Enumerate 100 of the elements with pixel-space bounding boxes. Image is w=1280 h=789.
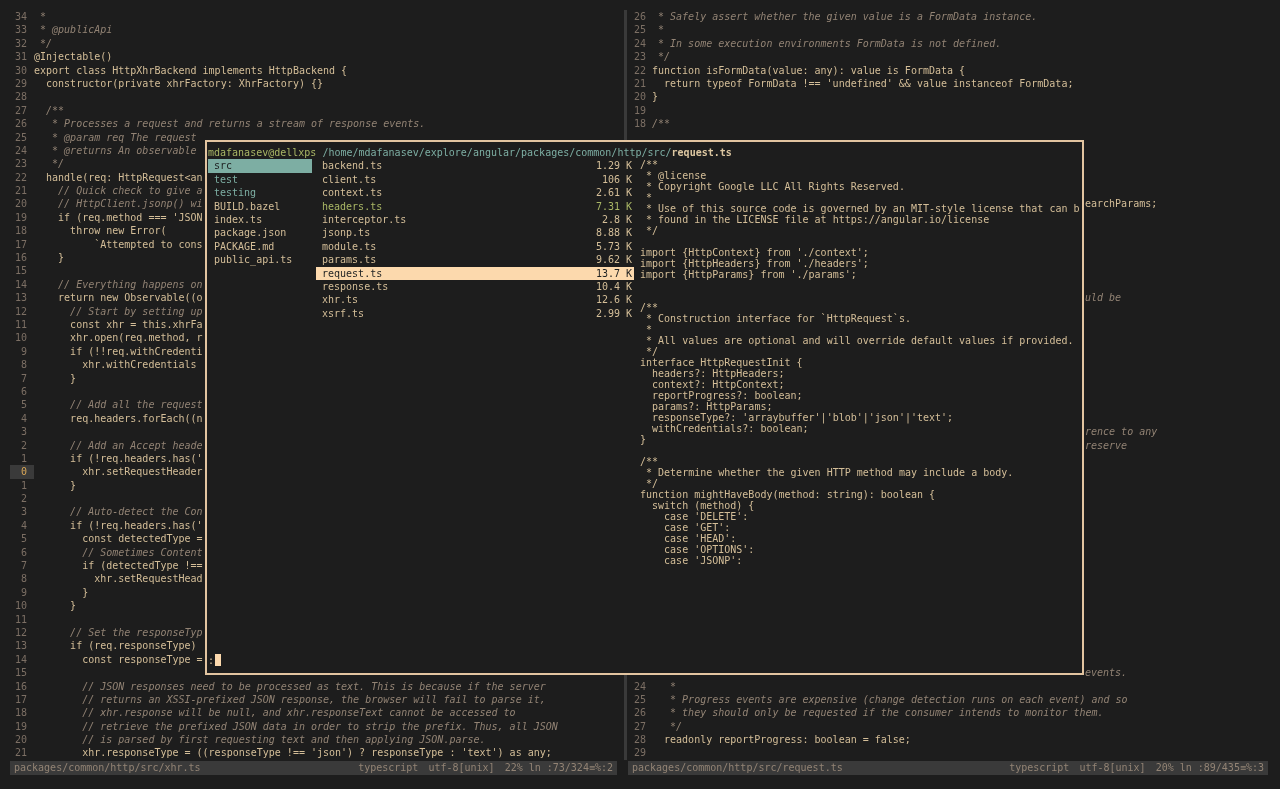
code-line: xhr.setRequestHead bbox=[93, 572, 203, 586]
code-line: earchParams; bbox=[1085, 197, 1158, 211]
code-line: const detectedType = bbox=[81, 532, 203, 546]
line-number: 24 bbox=[632, 679, 647, 693]
code-comment: * they should only be requested if the consumer intends to monitor them. bbox=[669, 706, 1104, 720]
line-number: 10 bbox=[13, 331, 28, 345]
line-number: 18 bbox=[13, 706, 28, 720]
line-number: 19 bbox=[632, 103, 647, 118]
file-name: request.ts bbox=[671, 146, 732, 160]
code-comment: * @param req The request bbox=[51, 130, 197, 144]
line-number: 28 bbox=[632, 733, 647, 747]
file-path: packages/common/http/src/xhr.ts bbox=[14, 760, 202, 775]
line-number: 20 bbox=[13, 733, 28, 747]
file-entry[interactable]: xhr.ts 12.6 K bbox=[316, 293, 634, 307]
line-number: 17 bbox=[13, 692, 28, 707]
code-line: if (!req.headers.has(' bbox=[69, 451, 203, 466]
code-comment: * Progress events are expensive (change detection runs on each event) and so bbox=[669, 692, 1128, 707]
code-line: } bbox=[69, 478, 77, 493]
line-number: 23 bbox=[632, 50, 647, 64]
code-comment: // Add an Accept heade bbox=[69, 438, 203, 452]
file-type: typescript bbox=[1009, 760, 1070, 775]
file-entry[interactable]: headers.ts 7.31 K bbox=[316, 199, 634, 213]
code-comment: */ bbox=[39, 36, 53, 51]
code-line: if (!!req.withCredenti bbox=[69, 344, 203, 359]
code-comment: * @returns An observable bbox=[51, 143, 197, 158]
directory-entry[interactable]: test bbox=[208, 172, 312, 187]
line-number: 24 bbox=[13, 143, 28, 158]
line-number: 33 bbox=[13, 23, 28, 37]
line-number: 15 bbox=[13, 666, 28, 680]
code-comment: // returns an XSSI-prefixed JSON response, the browser will fail to parse it, bbox=[81, 692, 546, 707]
line-number: 9 bbox=[19, 344, 28, 359]
line-number: 5 bbox=[19, 532, 28, 546]
line-number: 2 bbox=[19, 438, 28, 452]
line-number: 13 bbox=[13, 639, 28, 653]
code-comment: * Safely assert whether the given value is a FormData instance. bbox=[657, 10, 1038, 24]
code-line: xhr.withCredentials bbox=[81, 358, 197, 372]
code-line: @Injectable() bbox=[34, 50, 113, 64]
file-entry[interactable]: package.json bbox=[208, 226, 312, 240]
file-entry[interactable]: index.ts bbox=[208, 212, 312, 227]
code-comment: // Add all the request bbox=[69, 398, 203, 412]
line-number: 8 bbox=[19, 572, 28, 586]
file-entry[interactable]: client.ts 106 K bbox=[316, 172, 634, 187]
code-comment: /** bbox=[652, 117, 671, 131]
code-comment: * bbox=[657, 23, 665, 37]
file-entry[interactable]: xsrf.ts 2.99 K bbox=[316, 306, 634, 321]
file-entry[interactable]: params.ts 9.62 K bbox=[316, 253, 634, 267]
line-number: 11 bbox=[13, 318, 28, 332]
file-entry[interactable]: BUILD.bazel bbox=[208, 199, 312, 213]
file-entry[interactable]: PACKAGE.md bbox=[208, 239, 312, 254]
code-comment: // Start by setting up bbox=[69, 304, 203, 318]
code-line: xhr.setRequestHeader bbox=[81, 465, 203, 479]
line-number: 30 bbox=[13, 63, 28, 77]
line-number: 1 bbox=[19, 451, 28, 466]
code-line: if (detectedType !== bbox=[81, 559, 203, 573]
file-entry[interactable]: request.ts 13.7 K bbox=[316, 266, 634, 280]
code-line: readonly reportProgress: boolean = false; bbox=[663, 733, 911, 747]
code-line: const xhr = this.xhrFa bbox=[69, 318, 203, 332]
file-entry[interactable]: response.ts 10.4 K bbox=[316, 279, 634, 294]
file-entry[interactable]: jsonp.ts 8.88 K bbox=[316, 226, 634, 240]
code-line: return new Observable((o bbox=[57, 291, 203, 305]
line-number: 26 bbox=[13, 117, 28, 131]
code-line: throw new Error( bbox=[69, 224, 167, 238]
code-comment: * In some execution environments FormData is not defined. bbox=[657, 36, 1002, 51]
line-number: 6 bbox=[19, 545, 28, 560]
line-number: 32 bbox=[13, 36, 28, 51]
code-comment: * @publicApi bbox=[39, 23, 113, 37]
line-number: 1 bbox=[19, 478, 28, 493]
code-comment: // retrieve the prefixed JSON data in order to strip the prefix. Thus, all JSON bbox=[81, 719, 558, 734]
line-number: 28 bbox=[13, 90, 28, 104]
code-comment: * bbox=[669, 679, 677, 693]
line-number: 7 bbox=[19, 371, 28, 385]
file-entry[interactable]: context.ts 2.61 K bbox=[316, 186, 634, 200]
command-prompt[interactable]: : bbox=[208, 654, 215, 666]
line-number: 13 bbox=[13, 291, 28, 305]
directory-entry[interactable]: src bbox=[208, 159, 312, 173]
file-entry[interactable]: module.ts 5.73 K bbox=[316, 239, 634, 254]
line-number: 22 bbox=[13, 170, 28, 185]
line-number: 4 bbox=[19, 518, 28, 533]
line-number: 24 bbox=[632, 36, 647, 51]
file-entry[interactable]: backend.ts 1.29 K bbox=[316, 159, 634, 173]
line-number: 25 bbox=[632, 692, 647, 707]
code-line: } bbox=[652, 90, 659, 104]
line-number: 10 bbox=[13, 599, 28, 613]
code-comment: * bbox=[39, 10, 47, 24]
line-number: 18 bbox=[13, 224, 28, 238]
code-line: function isFormData(value: any): value is FormData { bbox=[652, 63, 966, 77]
directory-entry[interactable]: testing bbox=[208, 186, 312, 200]
code-comment: // HttpClient.jsonp() wi bbox=[57, 197, 203, 211]
file-encoding: utf-8[unix] bbox=[1079, 760, 1146, 775]
code-comment: reserve bbox=[1085, 438, 1128, 452]
line-number: 5 bbox=[19, 398, 28, 412]
file-entry[interactable]: interceptor.ts 2.8 K bbox=[316, 212, 634, 227]
line-number: 14 bbox=[13, 652, 28, 667]
file-entry[interactable]: public_api.ts bbox=[208, 253, 312, 267]
code-comment: // Set the responseTyp bbox=[69, 625, 203, 640]
code-comment: // xhr.response will be null, and xhr.responseText cannot be accessed to bbox=[81, 706, 516, 720]
line-number: 26 bbox=[632, 10, 647, 24]
file-encoding: utf-8[unix] bbox=[428, 760, 495, 775]
line-number: 0 bbox=[10, 465, 34, 479]
file-type: typescript bbox=[358, 760, 419, 775]
